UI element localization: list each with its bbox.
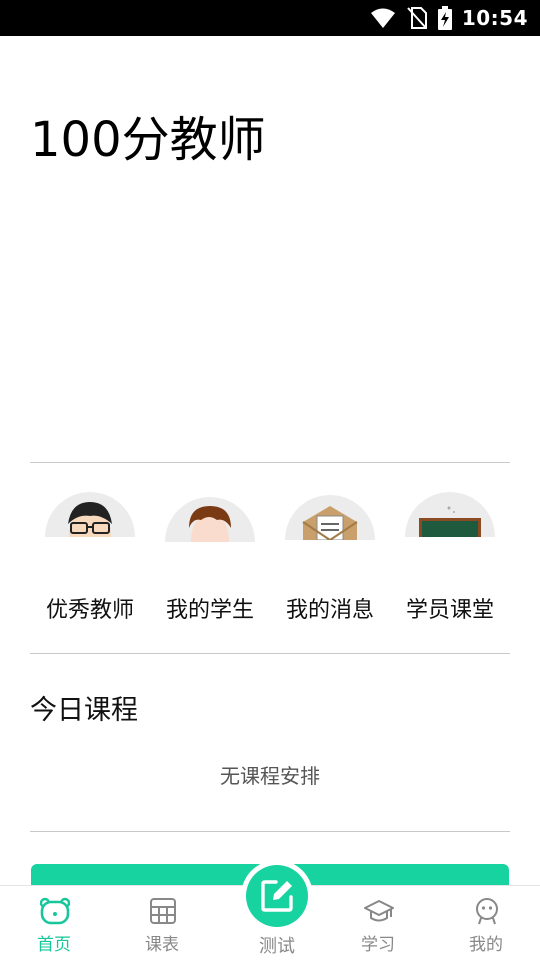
status-time: 10:54 (461, 6, 528, 30)
tab-timetable[interactable]: 课表 (108, 886, 216, 960)
quick-menu-item-excellent-teacher[interactable]: 优秀教师 (30, 492, 150, 632)
quick-menu-item-my-messages[interactable]: 我的消息 (270, 492, 390, 632)
tab-label: 测试 (259, 936, 295, 957)
no-sim-icon (407, 7, 427, 29)
wifi-icon (370, 8, 395, 28)
student-avatar-icon (165, 497, 255, 582)
page-title: 100分教师 (30, 112, 266, 168)
quick-menu-label: 学员课堂 (405, 598, 494, 623)
tab-mine[interactable]: 我的 (432, 886, 540, 960)
divider (30, 831, 510, 832)
teacher-avatar-icon (45, 492, 135, 537)
tab-label: 课表 (145, 935, 179, 955)
message-envelope-icon (285, 495, 375, 582)
tab-study[interactable]: 学习 (324, 886, 432, 960)
status-bar: 10:54 (0, 0, 540, 36)
quick-menu-item-student-classroom[interactable]: 学员课堂 (390, 492, 510, 632)
tab-label: 首页 (37, 935, 71, 955)
battery-charging-icon (437, 6, 452, 30)
quick-menu: 优秀教师 我的学生 我的消息 学员课堂 (30, 492, 510, 632)
no-course-text: 无课程安排 (220, 764, 320, 788)
divider (30, 653, 510, 654)
tab-label: 我的 (469, 935, 503, 955)
edit-pencil-icon (261, 880, 293, 912)
classroom-blackboard-icon (405, 492, 495, 582)
divider (30, 462, 510, 463)
profile-face-icon (476, 898, 498, 925)
today-courses-title: 今日课程 (30, 695, 138, 726)
tab-home[interactable]: 首页 (0, 886, 108, 960)
tab-test[interactable] (241, 860, 313, 932)
quick-menu-label: 优秀教师 (45, 598, 134, 623)
test-fab-button[interactable] (246, 865, 308, 927)
status-icons: 10:54 (370, 0, 528, 36)
home-bear-icon (40, 897, 70, 925)
tab-label: 学习 (361, 935, 395, 955)
quick-menu-item-my-students[interactable]: 我的学生 (150, 492, 270, 632)
quick-menu-label: 我的学生 (165, 598, 254, 623)
timetable-grid-icon (150, 898, 176, 924)
quick-menu-label: 我的消息 (285, 598, 374, 623)
graduation-cap-icon (364, 900, 394, 922)
